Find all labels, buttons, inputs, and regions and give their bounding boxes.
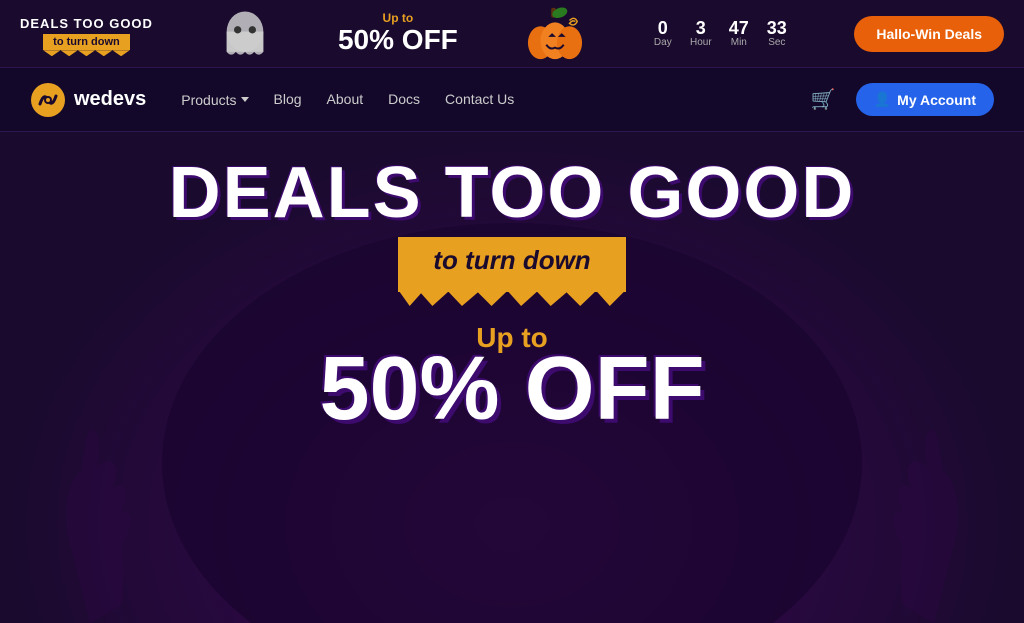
navbar-right: 🛒 👤 My Account xyxy=(811,83,994,116)
hero-section: DEALS TOO GOOD to turn down Up to 50% OF… xyxy=(0,132,1024,623)
logo-text: wedevs xyxy=(74,88,146,111)
nav-products-item[interactable]: Products xyxy=(181,92,248,108)
navbar-left: wedevs Products Blog About Docs Contact … xyxy=(30,82,514,118)
banner-bar: DEALS TOO GOOD to turn down Up to 50% OF… xyxy=(0,0,1024,68)
banner-off-block: Up to 50% OFF xyxy=(338,12,458,56)
banner-upto-text: Up to xyxy=(383,12,414,25)
hero-hand-right-icon xyxy=(874,373,994,623)
hero-subtitle-text: to turn down xyxy=(433,245,590,275)
banner-deals-bottom: to turn down xyxy=(43,34,130,50)
logo[interactable]: wedevs xyxy=(30,82,146,118)
banner-deals-text: DEALS TOO GOOD to turn down xyxy=(20,17,153,50)
countdown-sec-value: 33 xyxy=(767,19,787,37)
hero-discount-text: 50% OFF xyxy=(319,344,704,434)
countdown-hour-label: Hour xyxy=(690,37,712,48)
countdown-sec-label: Sec xyxy=(768,37,785,48)
countdown-day: 0 Day xyxy=(648,19,678,48)
banner-deals-top: DEALS TOO GOOD xyxy=(20,17,153,31)
nav-products-link[interactable]: Products xyxy=(181,92,248,108)
banner-cta-button[interactable]: Hallo-Win Deals xyxy=(854,16,1004,52)
countdown-sec: 33 Sec xyxy=(762,19,792,48)
countdown-hour: 3 Hour xyxy=(686,19,716,48)
nav-docs-link[interactable]: Docs xyxy=(388,91,420,107)
nav-docs-item[interactable]: Docs xyxy=(388,91,420,109)
banner-pumpkin-icon xyxy=(520,6,585,61)
banner-off-text: 50% OFF xyxy=(338,25,458,56)
navbar: wedevs Products Blog About Docs Contact … xyxy=(0,68,1024,132)
user-icon: 👤 xyxy=(874,91,891,108)
cart-icon: 🛒 xyxy=(811,89,836,111)
hero-title: DEALS TOO GOOD xyxy=(169,157,856,229)
nav-blog-item[interactable]: Blog xyxy=(274,91,302,109)
hero-hand-left-icon xyxy=(30,373,150,623)
hero-subtitle-bg: to turn down xyxy=(398,237,625,292)
chevron-down-icon xyxy=(241,97,249,102)
account-button[interactable]: 👤 My Account xyxy=(856,83,994,116)
countdown-day-label: Day xyxy=(654,37,672,48)
account-label: My Account xyxy=(897,92,976,108)
countdown-day-value: 0 xyxy=(658,19,668,37)
countdown-min-value: 47 xyxy=(729,19,749,37)
nav-links: Products Blog About Docs Contact Us xyxy=(181,91,514,109)
cart-button[interactable]: 🛒 xyxy=(811,87,836,112)
countdown-min-label: Min xyxy=(731,37,747,48)
nav-contact-link[interactable]: Contact Us xyxy=(445,91,514,107)
hero-subtitle-wrapper: to turn down xyxy=(398,237,625,292)
countdown-min: 47 Min xyxy=(724,19,754,48)
nav-contact-item[interactable]: Contact Us xyxy=(445,91,514,109)
nav-about-link[interactable]: About xyxy=(327,91,364,107)
nav-about-item[interactable]: About xyxy=(327,91,364,109)
banner-ghost-icon xyxy=(215,6,275,61)
nav-blog-link[interactable]: Blog xyxy=(274,91,302,107)
countdown: 0 Day 3 Hour 47 Min 33 Sec xyxy=(648,19,792,48)
logo-icon xyxy=(30,82,66,118)
countdown-hour-value: 3 xyxy=(696,19,706,37)
